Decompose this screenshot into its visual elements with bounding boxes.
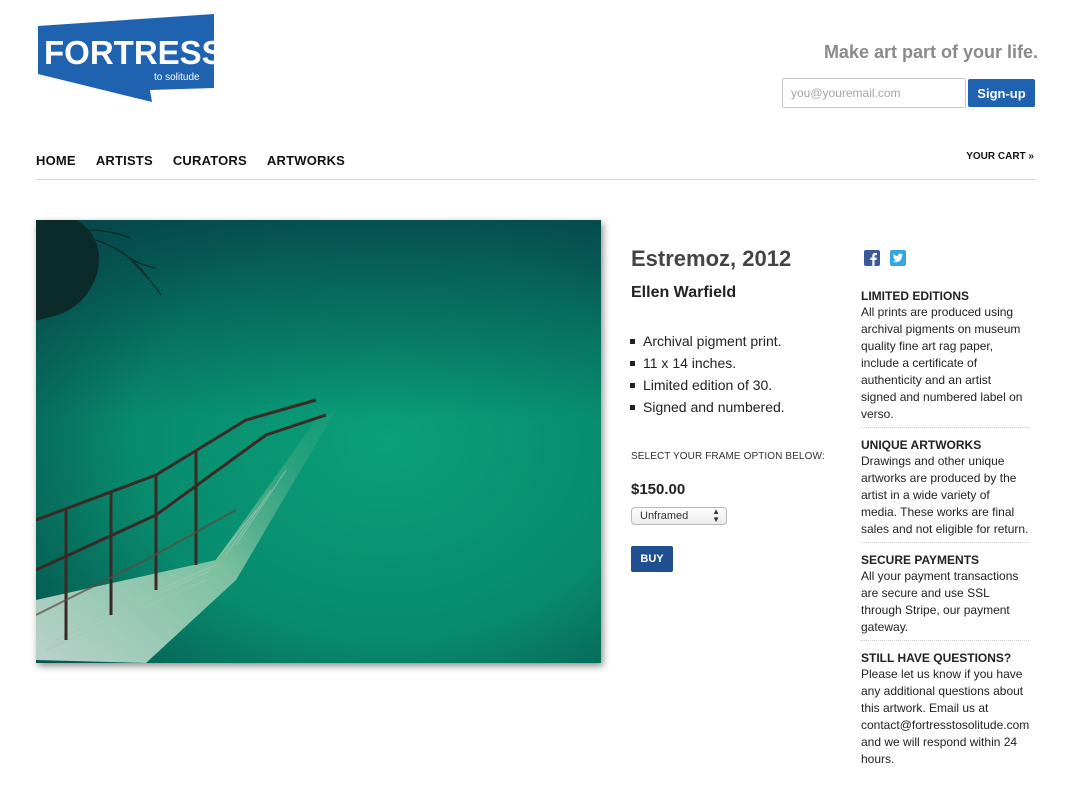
- select-arrows-icon: ▲ ▼: [712, 507, 720, 524]
- artwork-title: Estremoz, 2012: [631, 246, 792, 271]
- feature-item: Archival pigment print.: [630, 330, 785, 352]
- buy-button[interactable]: BUY: [631, 546, 673, 572]
- nav-divider: [36, 179, 1036, 180]
- info-heading: LIMITED EDITIONS: [861, 289, 969, 303]
- social-links: [864, 250, 906, 266]
- nav-artists[interactable]: ARTISTS: [96, 153, 153, 168]
- nav-curators[interactable]: CURATORS: [173, 153, 247, 168]
- logo-graphic: FORTRESS to solitude: [38, 14, 224, 102]
- signup-button[interactable]: Sign-up: [968, 79, 1035, 107]
- artwork-image[interactable]: [36, 220, 601, 663]
- feature-item: Signed and numbered.: [630, 396, 785, 418]
- feature-list: Archival pigment print. 11 x 14 inches. …: [630, 330, 785, 418]
- info-heading: STILL HAVE QUESTIONS?: [861, 651, 1012, 665]
- your-cart-link[interactable]: YOUR CART »: [966, 151, 1034, 162]
- info-limited-editions: LIMITED EDITIONS All prints are produced…: [861, 289, 1029, 428]
- info-unique-artworks: UNIQUE ARTWORKS Drawings and other uniqu…: [861, 438, 1029, 543]
- nav-artworks[interactable]: ARTWORKS: [267, 153, 345, 168]
- tagline: Make art part of your life.: [823, 42, 1038, 62]
- frame-select[interactable]: Unframed ▲ ▼: [631, 507, 727, 525]
- info-body: All your payment transactions are secure…: [861, 569, 1019, 634]
- feature-item: 11 x 14 inches.: [630, 352, 785, 374]
- email-signup-input[interactable]: [782, 78, 966, 108]
- nav-home[interactable]: HOME: [36, 153, 76, 168]
- frame-option-label: SELECT YOUR FRAME OPTION BELOW:: [631, 451, 825, 462]
- info-heading: SECURE PAYMENTS: [861, 553, 980, 567]
- twitter-icon[interactable]: [890, 250, 906, 266]
- info-body: All prints are produced using archival p…: [861, 305, 1023, 421]
- logo-name: FORTRESS: [44, 34, 216, 71]
- fortress-logo[interactable]: FORTRESS to solitude: [38, 14, 224, 104]
- price: $150.00: [631, 481, 686, 498]
- logo-sub: to solitude: [154, 72, 200, 83]
- feature-item: Limited edition of 30.: [630, 374, 785, 396]
- info-body: Drawings and other unique artworks are p…: [861, 454, 1029, 536]
- info-secure-payments: SECURE PAYMENTS All your payment transac…: [861, 553, 1029, 641]
- info-heading: UNIQUE ARTWORKS: [861, 438, 982, 452]
- facebook-icon[interactable]: [864, 250, 880, 266]
- info-body: Please let us know if you have any addit…: [861, 667, 1030, 766]
- frame-select-value: Unframed: [640, 510, 689, 522]
- info-sidebar: LIMITED EDITIONS All prints are produced…: [861, 289, 1029, 782]
- info-questions: STILL HAVE QUESTIONS? Please let us know…: [861, 651, 1029, 772]
- main-nav: HOME ARTISTS CURATORS ARTWORKS: [36, 153, 365, 168]
- artist-name: Ellen Warfield: [631, 284, 737, 301]
